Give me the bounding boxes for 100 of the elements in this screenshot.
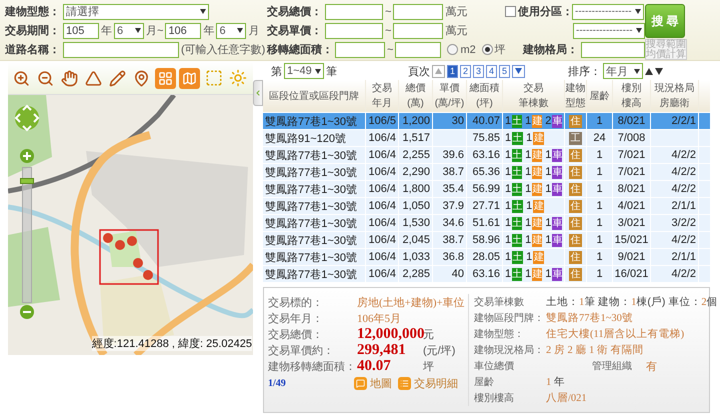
input-field[interactable] xyxy=(325,4,383,20)
transfer-count: 1 xyxy=(505,200,512,212)
table-cell: 106/4 xyxy=(366,130,399,146)
table-row[interactable]: 雙鳳路91~120號 106/4 1,517 75.85 1土 1建 工 24 7/008 xyxy=(263,130,710,147)
map-icon[interactable] xyxy=(179,68,200,88)
radio-button[interactable] xyxy=(482,44,493,55)
grid-icon[interactable] xyxy=(155,68,176,88)
table-row[interactable]: 雙鳳路77巷1~30號 106/5 1,200 30 40.07 1土 1建 2車 住 1 8/021 2/2/1 xyxy=(263,113,710,130)
transfer-count: 1 xyxy=(505,115,512,127)
page-button[interactable]: 1 xyxy=(447,64,458,78)
input-field[interactable] xyxy=(393,22,444,38)
hand-icon[interactable] xyxy=(59,68,80,88)
parking-tag: 車 xyxy=(552,182,562,196)
previous-page-button[interactable] xyxy=(432,64,445,78)
sort-descending-icon[interactable] xyxy=(655,68,663,74)
list-icon xyxy=(398,376,411,390)
caret-icon xyxy=(636,28,642,33)
caret-icon xyxy=(315,68,321,74)
building-tag: 建 xyxy=(532,114,542,128)
checkbox[interactable] xyxy=(505,6,516,17)
transfer-count: 1 xyxy=(545,166,552,178)
collapse-handle[interactable] xyxy=(253,80,263,106)
detail-value: 40.07 xyxy=(357,358,392,374)
range-select[interactable]: 1~49 xyxy=(284,63,324,79)
page-button[interactable]: 2 xyxy=(460,64,471,78)
range-separator: ~ xyxy=(385,6,392,18)
table-cell: 1 xyxy=(587,266,613,282)
transfer-count: 1 xyxy=(505,234,512,246)
table-row[interactable]: 雙鳳路77巷1~30號 106/4 1,033 36.8 28.05 1土 1建 住 1 9/021 2/1/1 xyxy=(263,249,710,266)
unit-text: 月 xyxy=(248,24,260,38)
detail-label: 建物區段門牌： xyxy=(474,312,545,325)
building-type-tag: 住 xyxy=(569,166,582,178)
transfer-count: 1 xyxy=(525,217,532,229)
table-cell: 106/4 xyxy=(366,147,399,163)
land-tag: 土 xyxy=(512,166,522,178)
input-field[interactable] xyxy=(63,42,179,58)
table-row[interactable]: 雙鳳路77巷1~30號 106/4 2,255 39.6 63.16 1土 1建 1車 住 1 7/021 4/2/2 xyxy=(263,147,710,164)
table-cell: 2,285 xyxy=(399,266,433,282)
detail-value: 2 房 2 廳 1 衛 有隔間 xyxy=(546,343,644,357)
page-button[interactable]: 5 xyxy=(499,64,510,78)
field-label: 交易總價： xyxy=(267,4,323,19)
input-field[interactable]: 105 xyxy=(63,22,99,38)
table-cell: 39.6 xyxy=(433,147,467,163)
unit-text: 年 xyxy=(101,24,112,38)
table-cell: 58.96 xyxy=(467,232,503,248)
input-field[interactable] xyxy=(325,22,383,38)
detail-label: 建物現況格局： xyxy=(474,344,545,357)
land-tag: 土 xyxy=(512,148,522,162)
unit-text: 月~ xyxy=(146,24,164,38)
building-type-tag: 住 xyxy=(569,216,582,230)
table-cell: 106/4 xyxy=(366,198,399,214)
detail-value: 有 xyxy=(646,360,657,374)
zoning-select[interactable]: ----------------- xyxy=(573,22,645,38)
building-type-tag: 住 xyxy=(569,268,582,280)
radio-button[interactable] xyxy=(447,44,458,55)
land-tag: 土 xyxy=(512,250,524,264)
land-tag: 土 xyxy=(512,268,522,280)
table-row[interactable]: 雙鳳路77巷1~30號 106/4 2,045 38.7 58.96 1土 1建 1車 住 1 15/021 4/2/2 xyxy=(263,232,710,249)
table-cell: 34.6 xyxy=(433,215,467,231)
sun-icon[interactable] xyxy=(227,68,248,88)
input-field[interactable]: 106 xyxy=(165,22,202,38)
table-cell: 4/2/2 xyxy=(651,147,699,163)
transfer-count: 1 xyxy=(545,183,552,195)
table-cell: 40 xyxy=(433,266,467,282)
table-cell: 1,200 xyxy=(399,113,433,129)
table-cell: 106/4 xyxy=(366,181,399,197)
zoning-select[interactable]: ----------------- xyxy=(572,4,644,20)
table-cell: 106/4 xyxy=(366,164,399,180)
page-button[interactable]: 4 xyxy=(486,64,497,78)
slider-thumb[interactable] xyxy=(20,178,34,184)
table-cell: 雙鳳路77巷1~30號 xyxy=(263,198,366,214)
month-select[interactable]: 6 xyxy=(114,22,144,38)
table-row[interactable]: 雙鳳路77巷1~30號 106/4 1,800 35.4 56.99 1土 1建 1車 住 1 8/021 4/2/2 xyxy=(263,181,710,198)
sort-select[interactable]: 年月 xyxy=(603,63,643,79)
table-row[interactable]: 雙鳳路77巷1~30號 106/4 2,285 40 63.16 1土 1建 1車 住 1 16/021 4/2/2 xyxy=(263,266,710,283)
table-cell: 雙鳳路91~120號 xyxy=(263,130,366,146)
input-field[interactable] xyxy=(335,42,385,58)
building-type-select[interactable]: 請選擇 xyxy=(63,4,209,20)
input-field[interactable] xyxy=(581,42,645,58)
sort-ascending-icon[interactable] xyxy=(645,68,653,74)
table-row[interactable]: 雙鳳路77巷1~30號 106/4 2,290 38.7 65.36 1土 1建 1車 住 1 7/021 4/2/2 xyxy=(263,164,710,181)
parking-tag: 車 xyxy=(552,148,562,162)
transfer-count: 1 xyxy=(525,115,532,127)
input-field[interactable] xyxy=(395,42,442,58)
table-row[interactable]: 雙鳳路77巷1~30號 106/4 1,530 34.6 51.61 1土 1建 1車 住 1 3/021 3/2/2 xyxy=(263,215,710,232)
table-cell: 1 xyxy=(587,249,613,265)
table-cell: 4/2/2 xyxy=(651,232,699,248)
table-cell: 27.71 xyxy=(467,198,503,214)
zoom-slider[interactable] xyxy=(22,167,32,303)
table-row[interactable]: 雙鳳路77巷1~30號 106/4 1,050 37.9 27.71 1土 1建 住 1 4/021 2/1/1 xyxy=(263,198,710,215)
month-select[interactable]: 6 xyxy=(216,22,246,38)
building-tag: 建 xyxy=(532,268,542,280)
table-cell: 36.8 xyxy=(433,249,467,265)
pager-text: 筆 xyxy=(326,64,337,78)
next-page-button[interactable] xyxy=(512,64,525,78)
detail-label: 交易總價： xyxy=(268,328,324,342)
pencil-icon[interactable] xyxy=(107,68,128,88)
input-field[interactable] xyxy=(393,4,444,20)
record-index: 1/49 xyxy=(268,378,287,388)
page-button[interactable]: 3 xyxy=(473,64,484,78)
